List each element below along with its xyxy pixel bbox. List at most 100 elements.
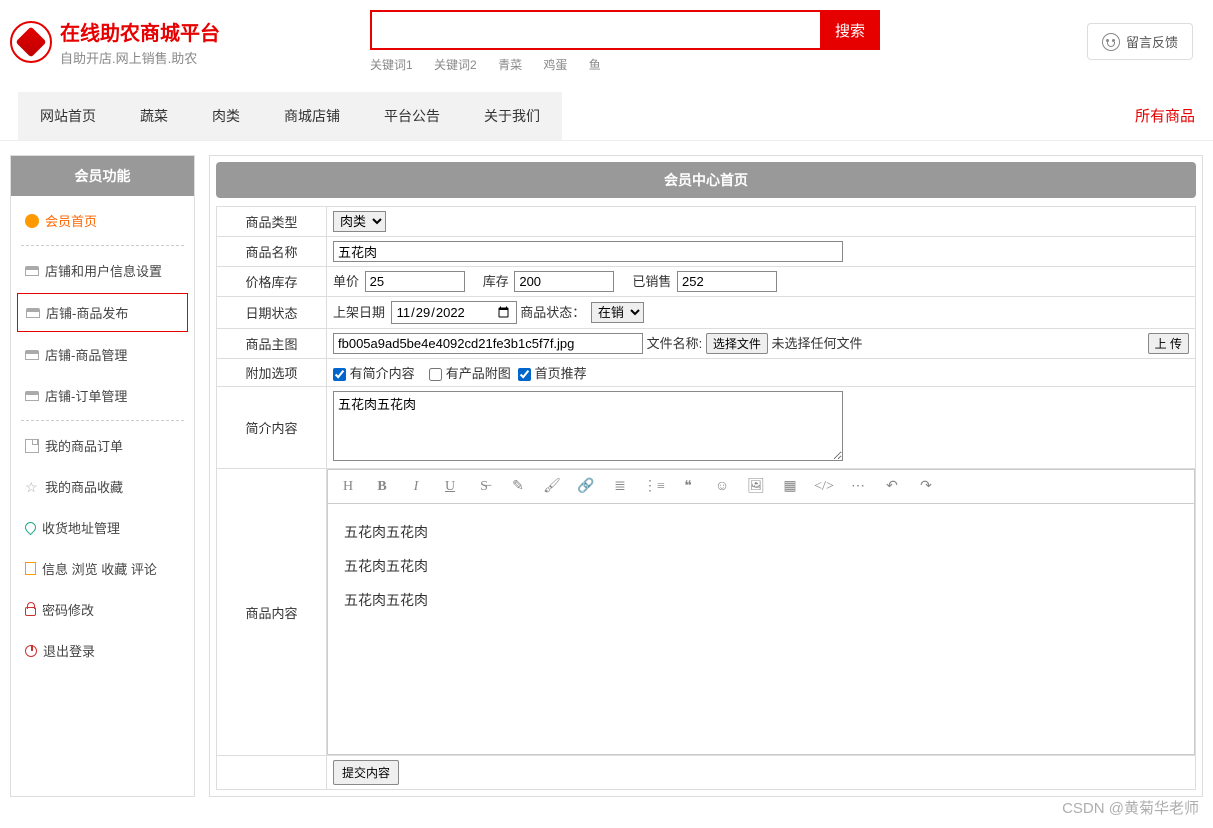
list-icon[interactable]: ≣ xyxy=(612,478,628,495)
lock-icon xyxy=(25,607,36,616)
code-icon[interactable]: </> xyxy=(816,478,832,495)
sidebar-item[interactable]: 会员首页 xyxy=(21,200,184,241)
product-type-select[interactable]: 肉类 xyxy=(333,211,386,232)
label-price: 价格库存 xyxy=(217,267,327,297)
italic-icon[interactable]: I xyxy=(408,478,424,495)
link-icon[interactable]: 🔗 xyxy=(578,478,594,495)
label-date: 日期状态 xyxy=(217,297,327,329)
label-extra: 附加选项 xyxy=(217,359,327,387)
file-label: 文件名称: xyxy=(647,336,703,351)
sidebar-item-label: 我的商品收藏 xyxy=(45,477,123,496)
quote-icon[interactable]: ❝ xyxy=(680,478,696,495)
status-select[interactable]: 在销 xyxy=(591,302,644,323)
support-icon xyxy=(1102,33,1120,51)
nav-vegetable[interactable]: 蔬菜 xyxy=(118,92,190,140)
label-name: 商品名称 xyxy=(217,237,327,267)
sold-input[interactable] xyxy=(677,271,777,292)
sidebar-item[interactable]: 信息 浏览 收藏 评论 xyxy=(21,548,184,589)
feedback-button[interactable]: 留言反馈 xyxy=(1087,23,1193,60)
editor-body[interactable]: 五花肉五花肉五花肉五花肉五花肉五花肉 xyxy=(328,504,1194,754)
sidebar-item-label: 我的商品订单 xyxy=(45,436,123,455)
sidebar-item[interactable]: 店铺-商品发布 xyxy=(17,293,188,332)
sidebar-item-label: 店铺-订单管理 xyxy=(45,386,127,405)
highlight-icon[interactable]: ✎ xyxy=(510,478,526,495)
logo[interactable]: 在线助农商城平台 自助开店.网上销售.助农 xyxy=(10,17,220,67)
sidebar-item[interactable]: 我的商品收藏 xyxy=(21,466,184,507)
rich-editor: H B I U S̶ ✎ 🖌 🔗 ≣ ⋮≡ ❝ xyxy=(327,469,1195,755)
submit-button[interactable]: 提交内容 xyxy=(333,760,399,785)
search-button[interactable]: 搜索 xyxy=(820,10,880,50)
price-input[interactable] xyxy=(365,271,465,292)
chk-intro[interactable]: 有简介内容 xyxy=(333,366,415,381)
bold-icon[interactable]: B xyxy=(374,478,390,495)
date-prefix: 上架日期 xyxy=(333,302,385,321)
power-icon xyxy=(25,645,37,657)
heading-icon[interactable]: H xyxy=(340,478,356,495)
stock-input[interactable] xyxy=(514,271,614,292)
chk-images[interactable]: 有产品附图 xyxy=(429,366,511,381)
label-intro: 简介内容 xyxy=(217,387,327,469)
search-input[interactable] xyxy=(370,10,820,50)
nav-meat[interactable]: 肉类 xyxy=(190,92,262,140)
label-type: 商品类型 xyxy=(217,207,327,237)
grid-icon xyxy=(25,439,39,453)
table-icon[interactable]: ▦ xyxy=(782,478,798,495)
home-icon xyxy=(25,214,39,228)
date-input[interactable] xyxy=(391,301,517,324)
sidebar-item[interactable]: 店铺和用户信息设置 xyxy=(21,250,184,291)
sidebar-item-label: 收货地址管理 xyxy=(42,518,120,537)
star-icon xyxy=(25,480,39,494)
sold-prefix: 已销售 xyxy=(632,271,671,290)
keyword-link[interactable]: 鸡蛋 xyxy=(543,58,567,72)
nav-about[interactable]: 关于我们 xyxy=(462,92,562,140)
strike-icon[interactable]: S̶ xyxy=(476,478,492,495)
label-body: 商品内容 xyxy=(217,469,327,756)
house-icon xyxy=(26,308,40,318)
nav-announce[interactable]: 平台公告 xyxy=(362,92,462,140)
file-none: 未选择任何文件 xyxy=(772,336,863,351)
keyword-link[interactable]: 鱼 xyxy=(589,58,601,72)
image-icon[interactable]: 🖼 xyxy=(748,478,764,495)
content-area: 会员中心首页 商品类型 肉类 商品名称 价格库存 xyxy=(209,155,1203,797)
loc-icon xyxy=(23,520,39,536)
stock-prefix: 库存 xyxy=(483,271,509,290)
underline-icon[interactable]: U xyxy=(442,478,458,495)
intro-textarea[interactable] xyxy=(333,391,843,461)
sidebar-item[interactable]: 密码修改 xyxy=(21,589,184,630)
keyword-link[interactable]: 青菜 xyxy=(498,58,522,72)
sidebar-item[interactable]: 店铺-商品管理 xyxy=(21,334,184,375)
sidebar-item-label: 会员首页 xyxy=(45,211,97,230)
keyword-link[interactable]: 关键词1 xyxy=(370,58,413,72)
image-path-input[interactable] xyxy=(333,333,643,354)
house-icon xyxy=(25,266,39,276)
nav-shop[interactable]: 商城店铺 xyxy=(262,92,362,140)
main-nav: 网站首页 蔬菜 肉类 商城店铺 平台公告 关于我们 所有商品 xyxy=(0,91,1213,141)
sidebar: 会员功能 会员首页店铺和用户信息设置店铺-商品发布店铺-商品管理店铺-订单管理我… xyxy=(10,155,195,797)
house-icon xyxy=(25,350,39,360)
sidebar-item[interactable]: 店铺-订单管理 xyxy=(21,375,184,416)
site-subtitle: 自助开店.网上销售.助农 xyxy=(60,48,220,67)
sidebar-item[interactable]: 退出登录 xyxy=(21,630,184,671)
status-prefix: 商品状态： xyxy=(520,302,585,321)
more-icon[interactable]: ⋯ xyxy=(850,478,866,495)
product-name-input[interactable] xyxy=(333,241,843,262)
house-icon xyxy=(25,391,39,401)
keyword-link[interactable]: 关键词2 xyxy=(434,58,477,72)
ol-icon[interactable]: ⋮≡ xyxy=(646,478,662,495)
nav-all-products[interactable]: 所有商品 xyxy=(1135,91,1195,140)
feedback-label: 留言反馈 xyxy=(1126,32,1178,51)
undo-icon[interactable]: ↶ xyxy=(884,478,900,495)
choose-file-button[interactable]: 选择文件 xyxy=(706,333,768,354)
site-title: 在线助农商城平台 xyxy=(60,17,220,46)
brush-icon[interactable]: 🖌 xyxy=(544,478,560,495)
sidebar-item[interactable]: 我的商品订单 xyxy=(21,425,184,466)
redo-icon[interactable]: ↷ xyxy=(918,478,934,495)
upload-button[interactable]: 上 传 xyxy=(1148,333,1189,354)
sidebar-item[interactable]: 收货地址管理 xyxy=(21,507,184,548)
sidebar-item-label: 退出登录 xyxy=(43,641,95,660)
nav-home[interactable]: 网站首页 xyxy=(18,92,118,140)
doc-icon xyxy=(25,562,36,575)
emoji-icon[interactable]: ☺ xyxy=(714,478,730,495)
logo-icon xyxy=(10,21,52,63)
chk-recommend[interactable]: 首页推荐 xyxy=(518,366,587,381)
